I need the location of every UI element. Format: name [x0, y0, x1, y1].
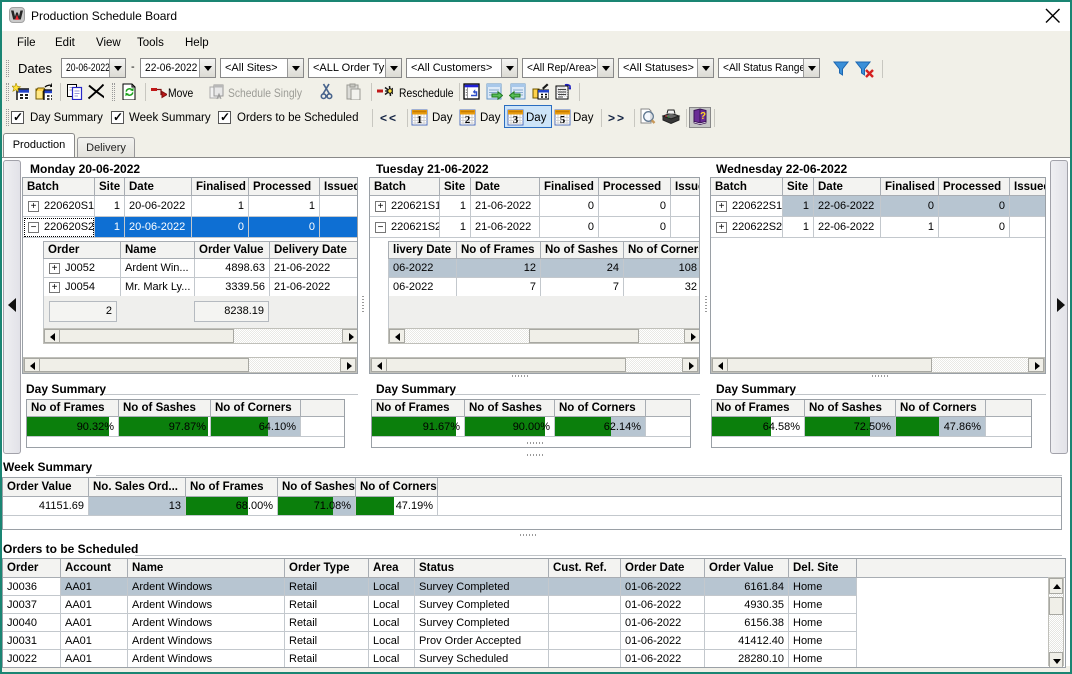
svg-text:1: 1 — [417, 114, 423, 126]
svg-text:?: ? — [700, 111, 706, 122]
svg-text:3: 3 — [513, 114, 519, 126]
svg-text:5: 5 — [560, 114, 566, 126]
svg-text:2: 2 — [465, 114, 471, 126]
